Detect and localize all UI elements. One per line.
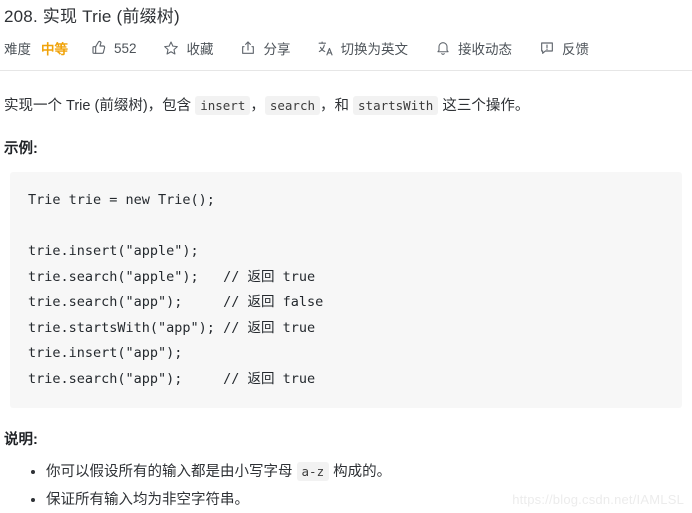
page-title: 208. 实现 Trie (前缀树) [4,7,180,26]
difficulty-value: 中等 [41,42,68,57]
problem-description: 实现一个 Trie (前缀树)，包含 insert， search ，和 start… [0,71,692,119]
favorite-button[interactable]: 收藏 [163,38,214,58]
share-label: 分享 [263,42,291,57]
feedback-icon [538,40,555,57]
like-count: 552 [114,40,137,56]
translate-button[interactable]: 切换为英文 [317,38,409,58]
feedback-button[interactable]: 反馈 [538,38,589,58]
share-button[interactable]: 分享 [240,38,291,58]
difficulty-label: 难度 [4,42,31,57]
like-button[interactable]: 552 [90,40,137,57]
note-1-text-2: 构成的。 [329,464,392,480]
list-item: 你可以假设所有的输入都是由小写字母 a-z 构成的。 [46,459,692,485]
description-text-1: 实现一个 Trie (前缀树)，包含 [4,98,196,114]
subscribe-label: 接收动态 [458,42,513,57]
translate-label: 切换为英文 [340,42,409,57]
problem-toolbar: 难度 中等 552 收藏 分享 切换为英文 接收动态 反馈 [0,28,692,58]
bell-icon [434,40,451,57]
note-1-text-1: 你可以假设所有的输入都是由小写字母 [46,464,297,480]
example-code-text: Trie trie = new Trie(); trie.insert("app… [28,192,324,387]
share-icon [240,40,257,57]
difficulty-group: 难度 中等 [4,38,68,58]
subscribe-button[interactable]: 接收动态 [434,38,512,58]
description-text-4: 这三个操作。 [438,98,530,114]
feedback-label: 反馈 [562,42,590,57]
watermark: https://blog.csdn.net/IAMLSL [512,492,684,507]
thumbs-up-icon [90,40,107,57]
notes-heading: 说明: [4,432,38,448]
inline-code-insert: insert [195,96,251,115]
inline-code-a-z: a-z [296,462,330,481]
translate-icon [317,40,334,57]
favorite-label: 收藏 [186,42,214,57]
star-icon [163,40,180,57]
inline-code-startswith: startsWith [353,96,439,115]
example-heading: 示例: [4,141,38,157]
example-code-block: Trie trie = new Trie(); trie.insert("app… [10,172,682,408]
description-text-3: ，和 [320,98,354,114]
inline-code-search: search [264,96,320,115]
description-text-2: ， [250,98,265,114]
